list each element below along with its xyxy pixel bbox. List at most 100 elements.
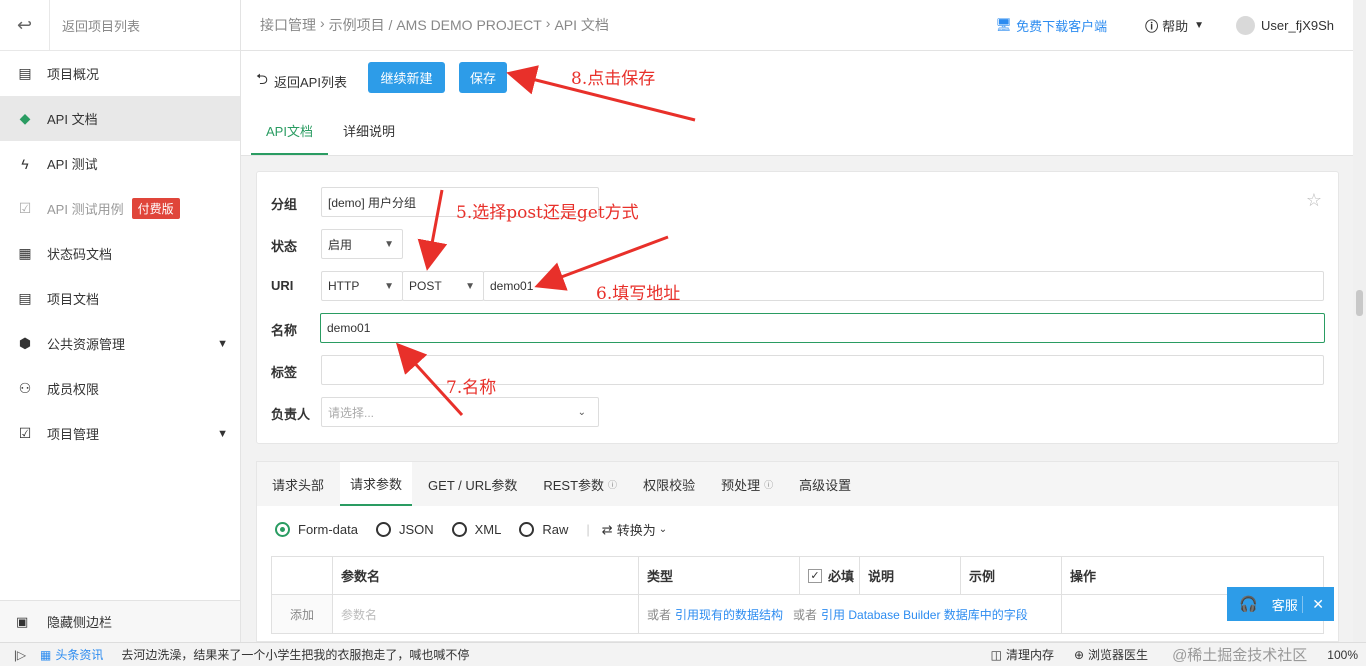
download-client-label: 免费下载客户端: [1016, 18, 1108, 34]
uri-label: URI: [271, 278, 294, 293]
param-name-input[interactable]: 参数名: [333, 595, 639, 633]
add-row-button[interactable]: 添加: [272, 595, 333, 633]
sidebar-item-project-docs[interactable]: ▤ 项目文档: [0, 276, 240, 321]
news-headline[interactable]: 去河边洗澡，结果来了一个小学生把我的衣服抱走了，喊也喊不停: [121, 646, 469, 663]
avatar: [1236, 15, 1256, 35]
name-value: demo01: [327, 321, 371, 335]
swap-icon: ⇄: [601, 521, 613, 537]
tab-api-doc[interactable]: API文档: [251, 121, 328, 155]
tab-request-headers[interactable]: 请求头部: [262, 462, 334, 506]
tab-label: REST参数: [543, 477, 605, 493]
chevron-down-icon: ▼: [217, 337, 228, 350]
body-format-group: Form-data JSON XML Raw | ⇄ 转换为 ⌄: [275, 520, 667, 539]
checkbox-icon[interactable]: ✓: [808, 568, 822, 583]
group-value: [demo] 用户分组: [328, 195, 417, 210]
params-table: 参数名 类型 ✓ 必填 说明 示例 操作 添加 参数名 或者 引用现有的数据结构 …: [271, 556, 1324, 634]
tab-request-params[interactable]: 请求参数: [340, 462, 413, 506]
sidebar-item-label: 状态码文档: [47, 247, 113, 262]
table-header: 参数名 类型 ✓ 必填 说明 示例 操作: [272, 557, 1323, 595]
sidebar-item-api-testcase[interactable]: ☑ API 测试用例 付费版: [0, 186, 240, 231]
sidebar-item-label: API 测试: [47, 157, 98, 172]
tab-preprocess[interactable]: 预处理 ⓘ: [711, 462, 783, 506]
status-select[interactable]: 启用 ▼: [321, 229, 403, 259]
list-doc-icon: ▤: [18, 290, 32, 306]
annotation-8: 8.点击保存: [571, 69, 656, 89]
help-menu[interactable]: ⓘ 帮助 ▼: [1145, 16, 1204, 35]
breadcrumb-item[interactable]: 示例项目 / AMS DEMO PROJECT: [329, 15, 542, 35]
radio-dot: [375, 522, 391, 537]
radio-json[interactable]: JSON: [375, 522, 434, 537]
news-label[interactable]: 头条资讯: [55, 646, 103, 663]
browser-doctor-label[interactable]: 浏览器医生: [1088, 646, 1148, 663]
required-header: ✓ 必填: [800, 557, 860, 594]
protocol-select[interactable]: HTTP ▼: [321, 271, 403, 301]
back-to-projects[interactable]: ↩ 返回项目列表: [0, 0, 240, 51]
ref-db-link[interactable]: 引用 Database Builder 数据库中的字段: [821, 606, 1028, 623]
action-bar: ⮌ 返回API列表 继续新建 保存 API文档 详细说明: [241, 51, 1353, 156]
header-spacer: [272, 557, 333, 594]
request-tabs: 请求头部 请求参数 GET / URL参数 REST参数 ⓘ 权限校验 预处理 ⓘ …: [257, 462, 1338, 506]
sidebar-item-label: 项目概况: [47, 67, 100, 82]
annotation-7: 7.名称: [446, 378, 497, 398]
clean-memory-label[interactable]: 清理内存: [1006, 646, 1054, 663]
tab-auth-check[interactable]: 权限校验: [633, 462, 705, 506]
back-to-api-list[interactable]: ⮌ 返回API列表: [256, 69, 347, 94]
method-select[interactable]: POST ▼: [402, 271, 484, 301]
scrollbar-thumb[interactable]: [1356, 290, 1363, 316]
radio-form-data[interactable]: Form-data: [275, 522, 358, 537]
name-input[interactable]: demo01: [320, 313, 1325, 343]
api-form: ☆ 分组 [demo] 用户分组 状态 启用 ▼ URI HTTP ▼ POST…: [256, 171, 1339, 444]
sidebar-item-members[interactable]: ⚇ 成员权限: [0, 366, 240, 411]
group-label: 分组: [271, 197, 298, 212]
sidebar-toggle-icon: ▣: [16, 613, 29, 629]
chevron-down-icon: ▼: [384, 280, 394, 292]
tab-rest-params[interactable]: REST参数 ⓘ: [533, 462, 627, 506]
info-icon: ⓘ: [1145, 18, 1159, 34]
breadcrumb-item: API 文档: [554, 17, 609, 33]
owner-select[interactable]: 请选择... ⌄: [321, 397, 599, 427]
tab-details[interactable]: 详细说明: [328, 121, 410, 155]
radio-xml[interactable]: XML: [451, 522, 501, 537]
status-label: 状态: [271, 239, 298, 254]
star-icon[interactable]: ☆: [1306, 190, 1322, 211]
back-to-projects-label: 返回项目列表: [62, 18, 141, 34]
sidebar-item-public-resources[interactable]: ⬢ 公共资源管理 ▼: [0, 321, 240, 366]
or-text: 或者: [647, 607, 672, 622]
sidebar-item-label: 成员权限: [47, 382, 100, 397]
radio-label: JSON: [398, 522, 434, 537]
close-icon[interactable]: ✕: [1302, 595, 1324, 613]
ref-struct-link[interactable]: 引用现有的数据结构: [675, 606, 783, 623]
clipboard-check-icon: ☑: [18, 200, 32, 216]
sidebar-item-api-test[interactable]: ϟ API 测试: [0, 141, 240, 186]
radio-raw[interactable]: Raw: [519, 522, 568, 537]
reference-links: 或者 引用现有的数据结构 或者 引用 Database Builder 数据库中…: [639, 595, 1062, 633]
expand-icon[interactable]: |▷: [0, 648, 40, 662]
sidebar-item-project-manage[interactable]: ☑ 项目管理 ▼: [0, 411, 240, 456]
table-icon: ▤: [18, 65, 32, 81]
tab-advanced[interactable]: 高级设置: [789, 462, 861, 506]
convert-menu[interactable]: ⇄ 转换为 ⌄: [602, 520, 667, 539]
hide-sidebar-button[interactable]: ▣ 隐藏侧边栏: [0, 600, 240, 642]
request-panel: 请求头部 请求参数 GET / URL参数 REST参数 ⓘ 权限校验 预处理 ⓘ …: [256, 461, 1339, 642]
convert-label: 转换为: [616, 523, 656, 538]
continue-new-button[interactable]: 继续新建: [368, 62, 445, 93]
customer-service-label: 客服: [1271, 597, 1298, 613]
chevron-down-icon: ▼: [1194, 19, 1205, 31]
sidebar-item-overview[interactable]: ▤ 项目概况: [0, 51, 240, 96]
zoom-label[interactable]: 100%: [1327, 648, 1358, 662]
scrollbar[interactable]: [1353, 0, 1366, 642]
chevron-down-icon: ▼: [217, 427, 228, 440]
owner-placeholder: 请选择...: [328, 405, 375, 420]
sidebar-item-api-doc[interactable]: ◆ API 文档: [0, 96, 240, 141]
user-menu[interactable]: User_fjX9Sh: [1236, 15, 1334, 35]
sidebar-item-label: 项目管理: [47, 427, 100, 442]
tab-get-url-params[interactable]: GET / URL参数: [418, 462, 527, 506]
doc-tabs: API文档 详细说明: [251, 121, 410, 155]
bolt-icon: ϟ: [21, 155, 29, 172]
hide-sidebar-label: 隐藏侧边栏: [47, 615, 113, 630]
customer-service-button[interactable]: 🎧 客服 ✕: [1227, 587, 1334, 621]
save-button[interactable]: 保存: [459, 62, 507, 93]
download-client-link[interactable]: 🖥 免费下载客户端: [996, 16, 1108, 35]
sidebar-item-status-codes[interactable]: ▦ 状态码文档: [0, 231, 240, 276]
breadcrumb-item[interactable]: 接口管理: [260, 15, 316, 35]
